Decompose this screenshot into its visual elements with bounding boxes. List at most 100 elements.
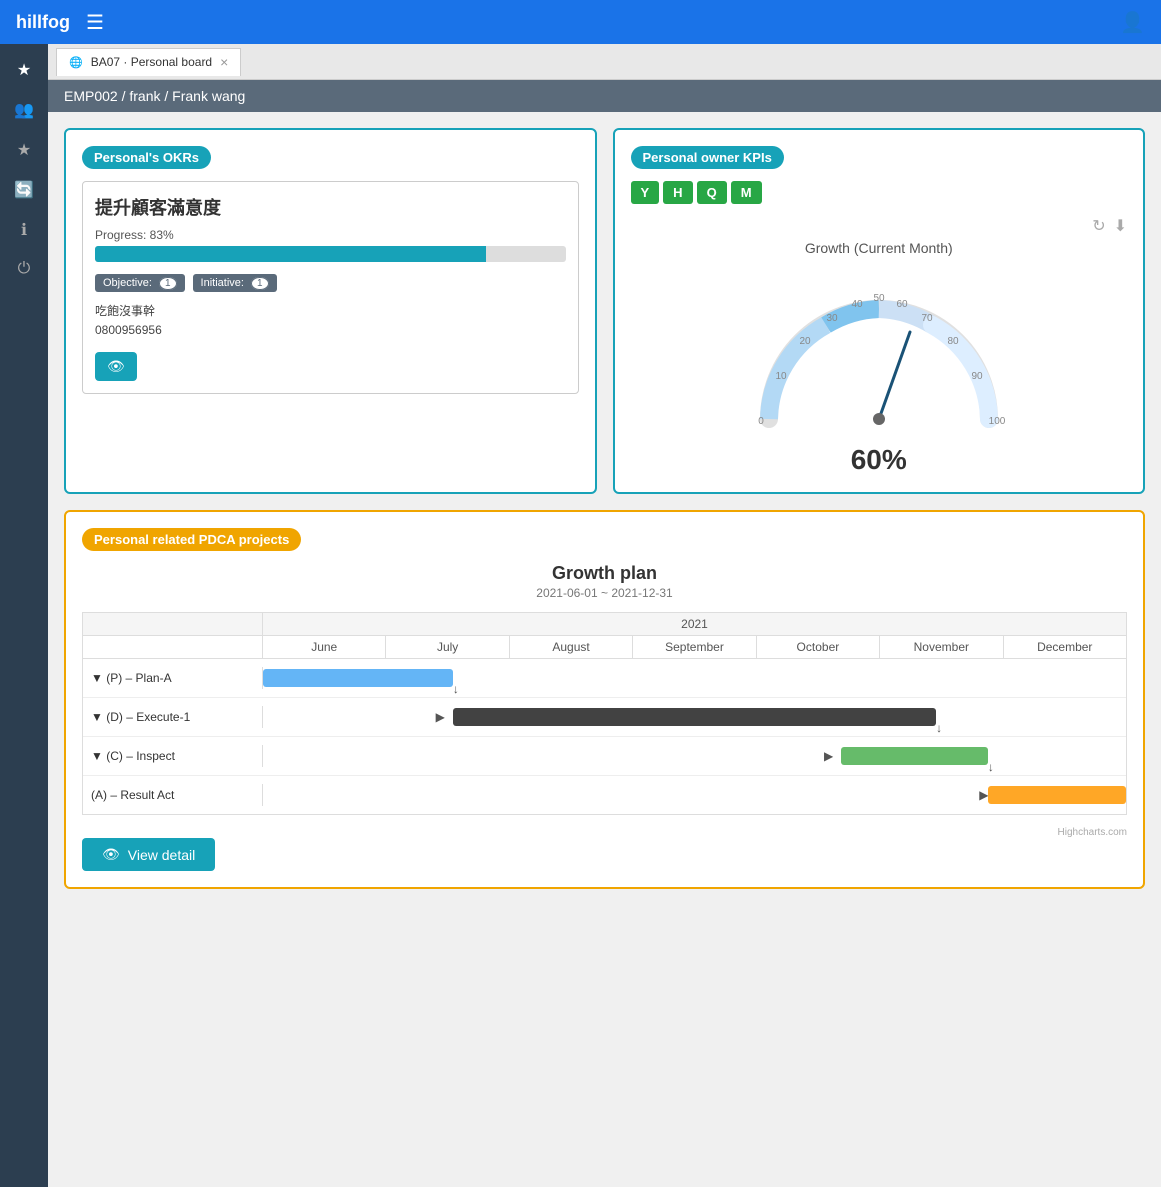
svg-text:100: 100	[988, 416, 1005, 427]
svg-text:90: 90	[971, 371, 983, 382]
okr-card-title: Personal's OKRs	[82, 146, 211, 169]
gantt-months: June July August September October Novem…	[263, 636, 1126, 658]
svg-text:10: 10	[775, 371, 787, 382]
gantt-label-inspect: ▼ (C) – Inspect	[83, 745, 263, 767]
objective-count: 1	[159, 277, 177, 290]
gantt-chart-execute: ▶ ↓	[263, 698, 1126, 736]
svg-text:80: 80	[947, 336, 959, 347]
kpi-btn-h[interactable]: H	[663, 181, 692, 204]
gauge-value: 60%	[631, 444, 1128, 476]
initiative-count: 1	[251, 277, 269, 290]
tab-personal-board[interactable]: 🌐 BA07 · Personal board ×	[56, 48, 241, 76]
download-icon[interactable]: ⬇	[1114, 216, 1127, 236]
gantt-arrow-inspect: ↓	[988, 760, 994, 774]
gantt-bar-result	[988, 786, 1126, 804]
svg-text:30: 30	[826, 313, 838, 324]
sidebar-icon-info[interactable]: ℹ	[21, 220, 27, 240]
okr-title: 提升顧客滿意度	[95, 194, 566, 220]
contact-name: 吃飽沒事幹	[95, 302, 566, 321]
gantt-chart-result: ▶	[263, 776, 1126, 814]
gauge-title: Growth (Current Month)	[631, 240, 1128, 256]
app-layout: ★ 👥 ★ 🔄 ℹ ⏻ 🌐 BA07 · Personal board × EM…	[0, 44, 1161, 1187]
gantt-month-december: December	[1004, 636, 1126, 658]
kpi-card-title: Personal owner KPIs	[631, 146, 784, 169]
gantt-row-execute: ▼ (D) – Execute-1 ▶ ↓	[83, 698, 1126, 737]
gantt-label-execute: ▼ (D) – Execute-1	[83, 706, 263, 728]
sidebar: ★ 👥 ★ 🔄 ℹ ⏻	[0, 44, 48, 1187]
gantt-row-inspect: ▼ (C) – Inspect ▶ ↓	[83, 737, 1126, 776]
tab-label: BA07 · Personal board	[91, 55, 212, 69]
gantt-label-plan-a: ▼ (P) – Plan-A	[83, 667, 263, 689]
svg-text:20: 20	[799, 336, 811, 347]
gantt-chart-plan-a: ↓	[263, 659, 1126, 697]
gantt-row-result: (A) – Result Act ▶	[83, 776, 1126, 814]
cards-row: Personal's OKRs 提升顧客滿意度 Progress: 83% Ob…	[64, 128, 1145, 494]
okr-card: Personal's OKRs 提升顧客滿意度 Progress: 83% Ob…	[64, 128, 597, 494]
svg-text:70: 70	[921, 313, 933, 324]
objective-badge: Objective: 1	[95, 274, 185, 292]
pdca-card-title: Personal related PDCA projects	[82, 528, 301, 551]
progress-bar-fill	[95, 246, 486, 262]
kpi-actions: ↻ ⬇	[631, 216, 1128, 236]
gauge-svg: 0 10 20 30 40 50 60 70 80 90 100	[739, 274, 1019, 444]
kpi-btn-y[interactable]: Y	[631, 181, 660, 204]
gantt-bar-inspect	[841, 747, 988, 765]
svg-text:40: 40	[851, 299, 863, 310]
gantt-month-november: November	[880, 636, 1003, 658]
okr-item: 提升顧客滿意度 Progress: 83% Objective: 1 Initi…	[82, 181, 579, 394]
page-content: Personal's OKRs 提升顧客滿意度 Progress: 83% Ob…	[48, 112, 1161, 905]
highcharts-credit: Highcharts.com	[82, 827, 1127, 838]
kpi-btn-q[interactable]: Q	[697, 181, 727, 204]
arrow-execute: ▶	[436, 710, 445, 724]
progress-bar-wrap	[95, 246, 566, 262]
gantt-chart: 2021 June July August September October …	[82, 612, 1127, 815]
gantt-chart-title: Growth plan	[82, 563, 1127, 584]
pdca-card: Personal related PDCA projects Growth pl…	[64, 510, 1145, 889]
arrow-inspect: ▶	[824, 749, 833, 763]
gantt-chart-subtitle: 2021-06-01 ~ 2021-12-31	[82, 586, 1127, 600]
sidebar-icon-refresh[interactable]: 🔄	[14, 180, 34, 200]
contact-phone: 0800956956	[95, 321, 566, 340]
gantt-bar-plan-a	[263, 669, 453, 687]
gantt-month-headers: June July August September October Novem…	[83, 636, 1126, 659]
gantt-row-plan-a: ▼ (P) – Plan-A ↓	[83, 659, 1126, 698]
eye-button[interactable]: 👁	[95, 352, 137, 381]
gantt-arrow-plan-a: ↓	[453, 682, 459, 696]
refresh-icon[interactable]: ↻	[1092, 216, 1105, 236]
view-detail-button[interactable]: 👁 View detail	[82, 838, 215, 871]
sidebar-icon-star2[interactable]: ★	[17, 140, 31, 160]
svg-text:0: 0	[758, 416, 764, 427]
tab-close-icon[interactable]: ×	[220, 54, 228, 70]
eye-icon-detail: 👁	[102, 846, 120, 863]
gantt-label-result: (A) – Result Act	[83, 784, 263, 806]
gauge-container: 0 10 20 30 40 50 60 70 80 90 100	[631, 264, 1128, 454]
gantt-year-label: 2021	[263, 613, 1126, 635]
main-content: 🌐 BA07 · Personal board × EMP002 / frank…	[48, 44, 1161, 1187]
sidebar-icon-users[interactable]: 👥	[14, 100, 34, 120]
initiative-badge: Initiative: 1	[193, 274, 277, 292]
svg-text:60: 60	[896, 299, 908, 310]
hamburger-icon[interactable]: ☰	[86, 10, 104, 35]
contact-info: 吃飽沒事幹 0800956956	[95, 302, 566, 340]
sidebar-icon-star1[interactable]: ★	[17, 60, 31, 80]
breadcrumb: EMP002 / frank / Frank wang	[48, 80, 1161, 112]
kpi-btn-row: Y H Q M	[631, 181, 1128, 204]
kpi-card: Personal owner KPIs Y H Q M ↻ ⬇ Growth (…	[613, 128, 1146, 494]
gantt-bar-execute	[453, 708, 936, 726]
gantt-month-september: September	[633, 636, 756, 658]
gantt-month-july: July	[386, 636, 509, 658]
tab-globe-icon: 🌐	[69, 56, 83, 69]
user-icon[interactable]: 👤	[1120, 10, 1145, 35]
badge-row: Objective: 1 Initiative: 1	[95, 274, 566, 292]
gantt-month-june: June	[263, 636, 386, 658]
gantt-label-spacer	[83, 613, 263, 635]
gantt-arrow-execute: ↓	[936, 721, 942, 735]
progress-label: Progress: 83%	[95, 228, 566, 242]
gantt-month-august: August	[510, 636, 633, 658]
gantt-year-row: 2021	[83, 613, 1126, 636]
gantt-chart-inspect: ▶ ↓	[263, 737, 1126, 775]
kpi-btn-m[interactable]: M	[731, 181, 762, 204]
top-nav: hillfog ☰ 👤	[0, 0, 1161, 44]
svg-text:50: 50	[873, 293, 885, 304]
sidebar-icon-power[interactable]: ⏻	[18, 260, 31, 278]
